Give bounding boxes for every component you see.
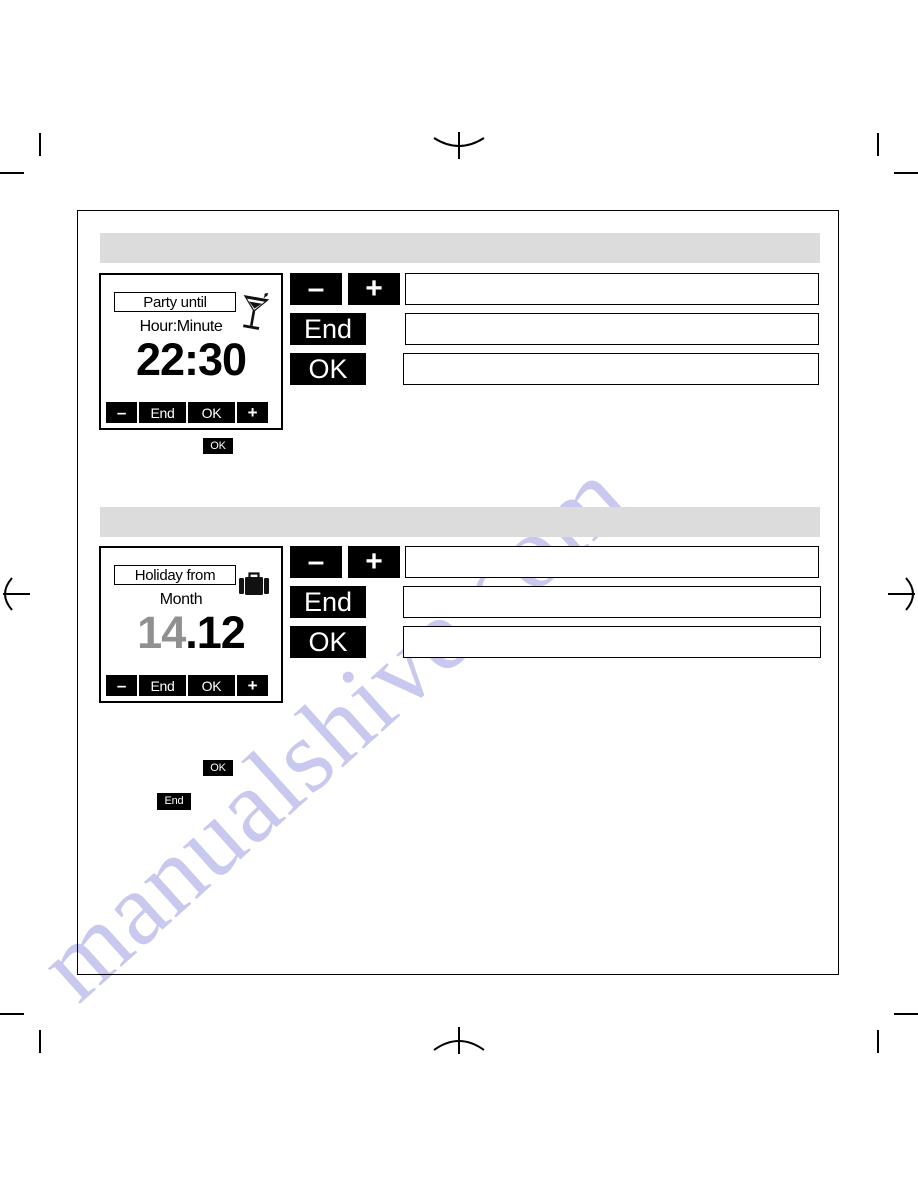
lcd-softkey-plus-party[interactable]: +	[237, 402, 268, 423]
lcd-value-dim-holiday: 14	[137, 607, 186, 658]
crop-mark-bottom-left-horizontal	[0, 1013, 24, 1015]
lcd-value-primary-party: 22:30	[135, 334, 247, 385]
text-box-holiday-3	[403, 626, 821, 658]
lcd-softkey-minus-holiday[interactable]: –	[106, 675, 137, 696]
crop-mark-bottom-right-vertical	[877, 1030, 879, 1053]
text-box-holiday-2	[403, 586, 821, 618]
lcd-softkey-ok-holiday[interactable]: OK	[188, 675, 235, 696]
registration-mark-top-center	[433, 132, 485, 159]
key-end-holiday[interactable]: End	[290, 586, 366, 618]
key-end-party[interactable]: End	[290, 313, 366, 345]
text-box-holiday-1	[405, 546, 819, 578]
lcd-softkey-ok-party[interactable]: OK	[188, 402, 235, 423]
key-ok-party[interactable]: OK	[290, 353, 366, 385]
crop-mark-bottom-left-vertical	[39, 1030, 41, 1053]
lcd-value-party: 22:30	[101, 335, 281, 385]
crop-mark-top-left-horizontal	[0, 172, 24, 174]
key-plus-party[interactable]: +	[348, 273, 400, 305]
lcd-value-holiday: 14.12	[101, 608, 281, 658]
key-ok-holiday[interactable]: OK	[290, 626, 366, 658]
registration-mark-left-center	[3, 577, 30, 611]
crop-mark-top-right-vertical	[877, 133, 879, 156]
lcd-softkey-row-party: – End OK +	[106, 402, 276, 423]
lcd-display-party-until: Party until Hour:Minute 22:30 – End OK +	[99, 273, 283, 430]
lcd-title-holiday: Holiday from	[134, 566, 216, 584]
key-minus-party[interactable]: –	[290, 273, 342, 305]
lcd-softkey-plus-holiday[interactable]: +	[237, 675, 268, 696]
lcd-softkey-end-party[interactable]: End	[139, 402, 186, 423]
lcd-value-separator-holiday: .	[185, 607, 197, 658]
registration-mark-bottom-center	[433, 1027, 485, 1054]
chip-end-holiday[interactable]: End	[157, 793, 191, 810]
crop-mark-top-left-vertical	[39, 133, 41, 156]
lcd-display-holiday-from: Holiday from Month 14.12 – End OK +	[99, 546, 283, 703]
lcd-softkey-row-holiday: – End OK +	[106, 675, 276, 696]
chip-ok-party[interactable]: OK	[203, 438, 233, 454]
chip-ok-holiday[interactable]: OK	[203, 760, 233, 776]
crop-mark-top-right-horizontal	[894, 172, 918, 174]
text-box-party-1	[405, 273, 819, 305]
lcd-softkey-minus-party[interactable]: –	[106, 402, 137, 423]
text-box-party-3	[403, 353, 819, 385]
lcd-value-primary-holiday: 12	[196, 607, 246, 658]
text-box-party-2	[405, 313, 819, 345]
key-plus-holiday[interactable]: +	[348, 546, 400, 578]
section-heading-bar-holiday	[100, 507, 820, 537]
crop-mark-bottom-right-horizontal	[894, 1013, 918, 1015]
key-minus-holiday[interactable]: –	[290, 546, 342, 578]
lcd-title-party: Party until	[143, 293, 207, 311]
lcd-title-box-party: Party until	[114, 292, 236, 312]
registration-mark-right-center	[888, 577, 915, 611]
lcd-softkey-end-holiday[interactable]: End	[139, 675, 186, 696]
lcd-title-box-holiday: Holiday from	[114, 565, 236, 585]
section-heading-bar-party	[100, 233, 820, 263]
